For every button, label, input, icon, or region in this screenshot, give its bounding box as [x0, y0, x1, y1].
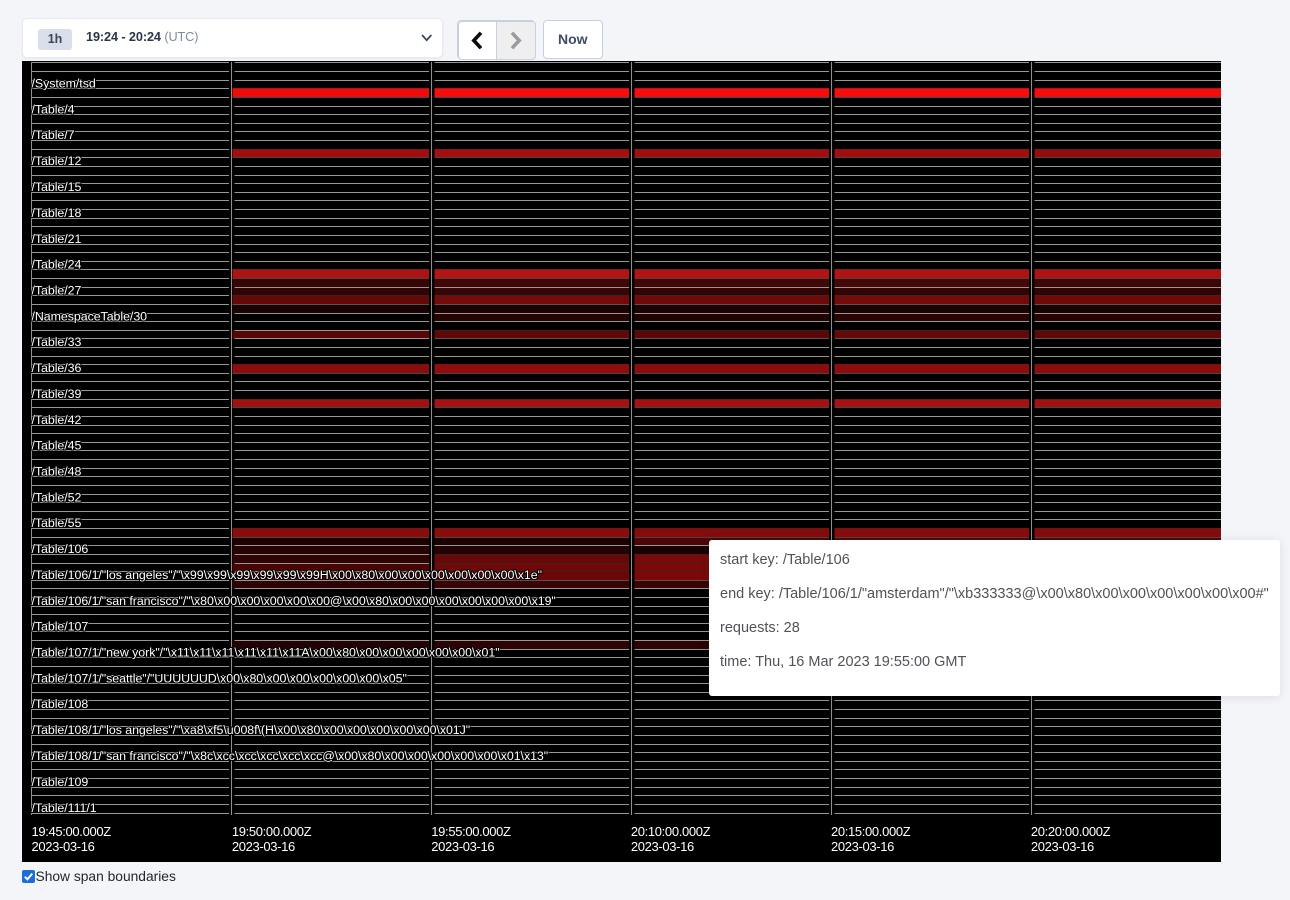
svg-text:/Table/24: /Table/24 [32, 258, 82, 272]
svg-text:/Table/45: /Table/45 [32, 439, 82, 453]
svg-text:19:50:00.000Z: 19:50:00.000Z [232, 824, 312, 839]
svg-text:/Table/55: /Table/55 [32, 516, 82, 530]
svg-text:/Table/18: /Table/18 [32, 206, 82, 220]
svg-text:/Table/108/1/"san francisco"/": /Table/108/1/"san francisco"/"\x8c\xcc\x… [32, 749, 549, 763]
svg-text:/Table/106/1/"los angeles"/"\x: /Table/106/1/"los angeles"/"\x99\x99\x99… [32, 568, 542, 582]
svg-text:20:20:00.000Z: 20:20:00.000Z [1031, 824, 1111, 839]
svg-text:/Table/52: /Table/52 [32, 491, 82, 505]
svg-text:/Table/48: /Table/48 [32, 465, 82, 479]
svg-text:2023-03-16: 2023-03-16 [32, 839, 95, 854]
svg-text:2023-03-16: 2023-03-16 [631, 839, 694, 854]
svg-text:/Table/107/1/"seattle"/"UUUUUU: /Table/107/1/"seattle"/"UUUUUUD\x00\x80\… [32, 672, 407, 686]
svg-text:/Table/109: /Table/109 [32, 775, 89, 789]
svg-text:/System/tsd: /System/tsd [32, 77, 96, 91]
svg-text:/NamespaceTable/30: /NamespaceTable/30 [32, 310, 148, 324]
svg-text:19:45:00.000Z: 19:45:00.000Z [32, 824, 112, 839]
svg-text:/Table/108: /Table/108 [32, 697, 89, 711]
svg-text:/Table/7: /Table/7 [32, 128, 75, 142]
svg-text:/Table/107: /Table/107 [32, 620, 89, 634]
svg-text:/Table/12: /Table/12 [32, 154, 82, 168]
svg-text:2023-03-16: 2023-03-16 [1031, 839, 1094, 854]
svg-text:2023-03-16: 2023-03-16 [232, 839, 295, 854]
svg-text:/Table/21: /Table/21 [32, 232, 82, 246]
svg-text:/Table/42: /Table/42 [32, 413, 82, 427]
svg-text:/Table/108/1/"los angeles"/"\x: /Table/108/1/"los angeles"/"\xa8\xf5\u00… [32, 723, 471, 737]
svg-text:/Table/106/1/"san francisco"/": /Table/106/1/"san francisco"/"\x80\x00\x… [32, 594, 556, 608]
svg-text:/Table/107/1/"new york"/"\x11\: /Table/107/1/"new york"/"\x11\x11\x11\x1… [32, 646, 500, 660]
svg-text:/Table/36: /Table/36 [32, 361, 82, 375]
svg-text:20:10:00.000Z: 20:10:00.000Z [631, 824, 711, 839]
svg-text:/Table/4: /Table/4 [32, 103, 75, 117]
svg-text:2023-03-16: 2023-03-16 [831, 839, 894, 854]
svg-text:/Table/106: /Table/106 [32, 542, 89, 556]
svg-text:2023-03-16: 2023-03-16 [431, 839, 494, 854]
svg-text:/Table/39: /Table/39 [32, 387, 82, 401]
svg-text:20:15:00.000Z: 20:15:00.000Z [831, 824, 911, 839]
svg-text:/Table/111/1: /Table/111/1 [32, 801, 97, 815]
svg-text:19:55:00.000Z: 19:55:00.000Z [431, 824, 511, 839]
svg-text:/Table/27: /Table/27 [32, 284, 82, 298]
svg-text:/Table/33: /Table/33 [32, 335, 82, 349]
svg-text:/Table/15: /Table/15 [32, 180, 82, 194]
